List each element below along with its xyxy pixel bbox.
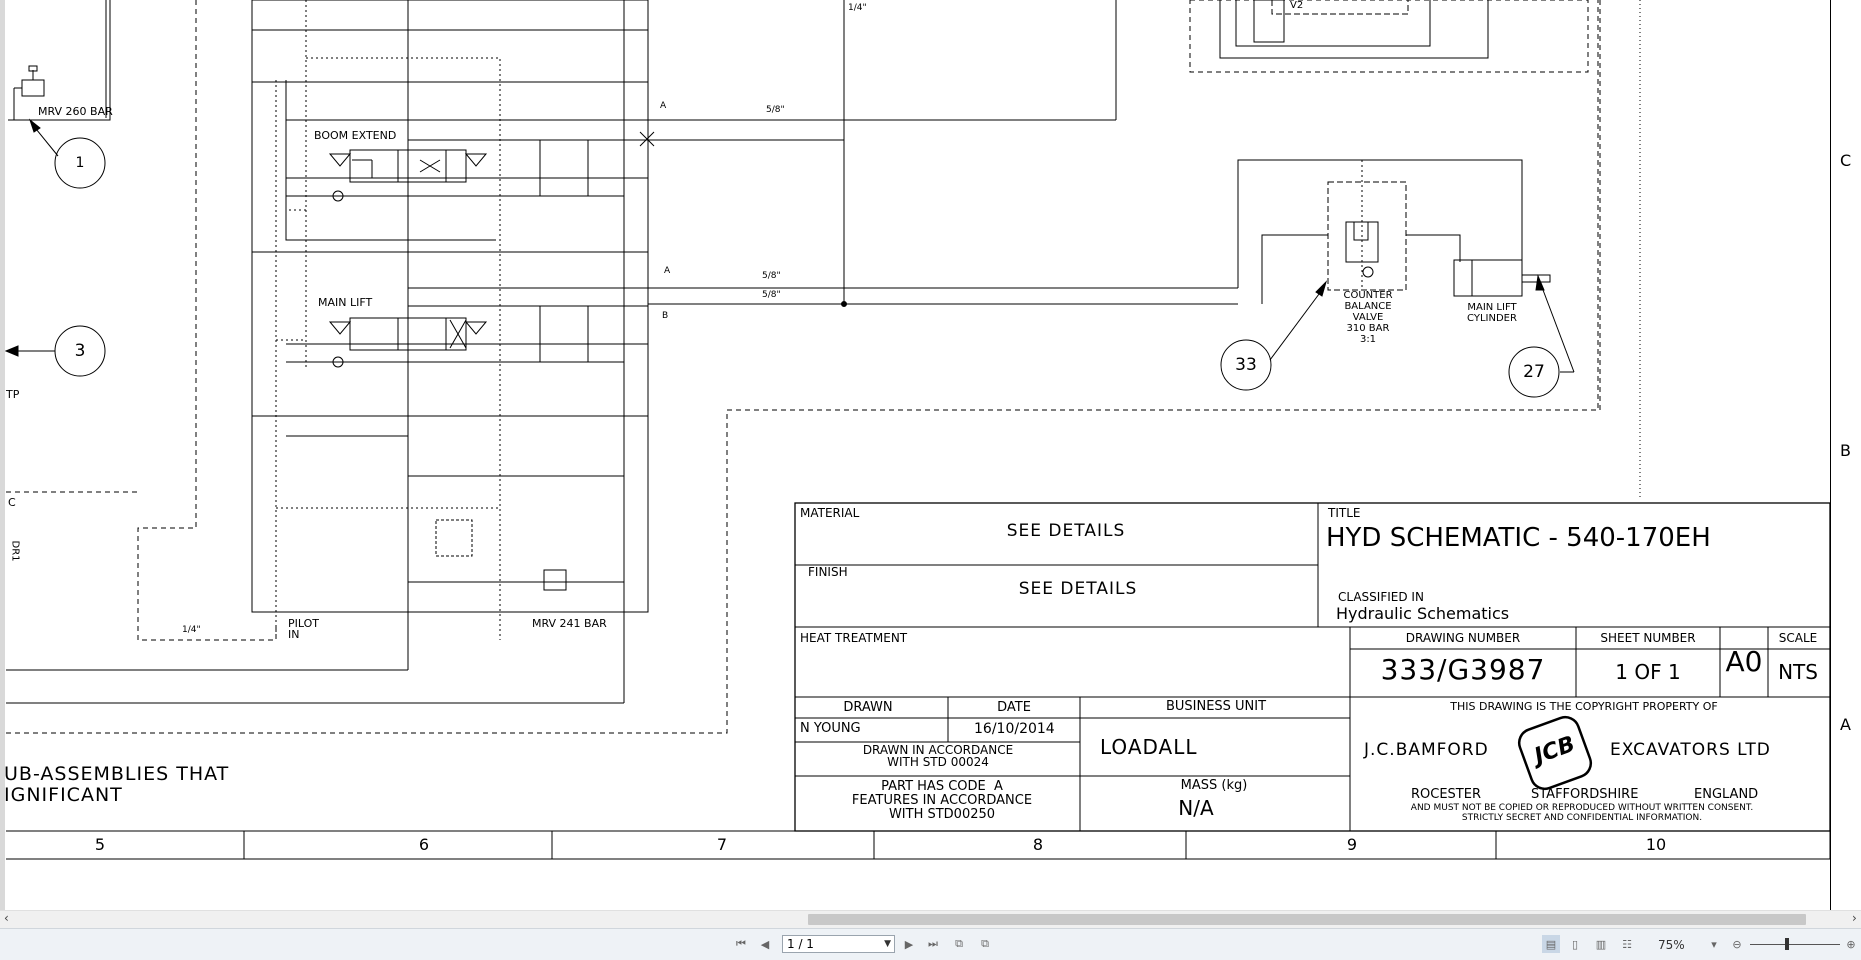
part-code: PART HAS CODE A FEATURES IN ACCORDANCE W… xyxy=(851,779,1033,822)
port-a-label: A xyxy=(664,266,671,276)
boom-extend-label: BOOM EXTEND xyxy=(314,129,397,142)
right-zone-strip: C B A xyxy=(1830,0,1861,910)
zone-number: 9 xyxy=(1346,835,1358,854)
drawn-accordance: DRAWN IN ACCORDANCE WITH STD 00024 xyxy=(862,743,1014,769)
zoom-in-icon[interactable]: ⊕ xyxy=(1842,935,1860,953)
zoom-menu-icon[interactable]: ▾ xyxy=(1708,935,1720,953)
location-3: ENGLAND xyxy=(1694,787,1759,802)
pilot-in-label: PILOT IN xyxy=(288,617,319,641)
prev-view-icon[interactable]: ⧉ xyxy=(950,935,968,953)
date-label: DATE xyxy=(997,700,1031,715)
continuous-facing-icon[interactable]: ☷ xyxy=(1618,935,1636,953)
balloon-label: 3 xyxy=(74,341,86,361)
title-label: TITLE xyxy=(1328,506,1361,520)
schematic-linework xyxy=(4,0,1861,860)
main-lift-label: MAIN LIFT xyxy=(318,296,373,309)
next-view-icon[interactable]: ⧉ xyxy=(976,935,994,953)
horizontal-scrollbar[interactable]: ‹ › xyxy=(0,910,1861,929)
classified-value: Hydraulic Schematics xyxy=(1336,604,1510,623)
mrv241-label: MRV 241 BAR xyxy=(532,617,607,630)
continuous-icon[interactable]: ▯ xyxy=(1566,935,1584,953)
mrv260-label: MRV 260 BAR xyxy=(38,105,113,118)
drawn-label: DRAWN xyxy=(843,700,893,715)
pipe-size-label: 1/4" xyxy=(182,625,201,635)
sheet-number-label: SHEET NUMBER xyxy=(1600,631,1696,645)
mass-label: MASS (kg) xyxy=(1180,778,1248,793)
material-label: MATERIAL xyxy=(800,506,860,520)
zone-letter: A xyxy=(1840,715,1851,734)
pipe-size-label: 5/8" xyxy=(766,105,785,115)
zone-number: 8 xyxy=(1032,835,1044,854)
prev-page-icon[interactable]: ◀ xyxy=(756,935,774,953)
port-c-label: C xyxy=(8,496,16,509)
scale-label: SCALE xyxy=(1778,631,1818,645)
balloon-label: 1 xyxy=(75,155,85,171)
scale-value: NTS xyxy=(1778,660,1818,684)
zone-number: 6 xyxy=(418,835,430,854)
dr1-label: DR1 xyxy=(9,540,21,562)
location-2: STAFFORDSHIRE xyxy=(1531,787,1639,802)
left-margin xyxy=(0,0,5,910)
page-number-value: 1 / 1 xyxy=(787,937,814,951)
drawing-number: 333/G3987 xyxy=(1380,653,1546,686)
page-number-input[interactable]: 1 / 1 ▼ xyxy=(782,935,895,953)
company-right: EXCAVATORS LTD xyxy=(1610,740,1771,760)
counter-balance-label: COUNTER BALANCE VALVE 310 BAR 3:1 xyxy=(1343,290,1393,345)
last-page-icon[interactable]: ⏭ xyxy=(924,935,942,953)
note-text: IGNIFICANT xyxy=(4,784,123,806)
single-page-icon[interactable]: ▤ xyxy=(1542,935,1560,953)
drawn-by: N YOUNG xyxy=(800,721,861,736)
confidential-notice: AND MUST NOT BE COPIED OR REPRODUCED WIT… xyxy=(1410,803,1754,823)
status-bar: ⏮ ◀ 1 / 1 ▼ ▶ ⏭ ⧉ ⧉ ▤ ▯ ▥ ☷ 75% ▾ ⊖ ⊕ xyxy=(0,928,1861,960)
next-page-icon[interactable]: ▶ xyxy=(900,935,918,953)
zone-number: 7 xyxy=(716,835,728,854)
balloon-label: 27 xyxy=(1523,362,1545,382)
zone-letter: B xyxy=(1840,441,1851,460)
v2-label: V2 xyxy=(1290,0,1304,11)
heat-treatment-label: HEAT TREATMENT xyxy=(800,631,908,645)
balloon-label: 33 xyxy=(1235,355,1257,375)
port-a-label: A xyxy=(660,101,667,111)
classified-label: CLASSIFIED IN xyxy=(1338,590,1424,604)
zone-letter: C xyxy=(1840,151,1852,170)
finish-value: SEE DETAILS xyxy=(1018,579,1138,599)
business-unit: LOADALL xyxy=(1100,735,1198,759)
copyright-line: THIS DRAWING IS THE COPYRIGHT PROPERTY O… xyxy=(1450,700,1718,713)
date-value: 16/10/2014 xyxy=(974,721,1055,737)
pipe-size-label: 1/4" xyxy=(848,3,867,13)
port-b-label: B xyxy=(662,311,669,321)
pipe-size-label: 5/8" xyxy=(762,271,781,281)
zone-number: 5 xyxy=(94,835,106,854)
main-lift-cylinder-label: MAIN LIFT CYLINDER xyxy=(1467,302,1517,324)
mass-value: N/A xyxy=(1178,796,1214,820)
facing-icon[interactable]: ▥ xyxy=(1592,935,1610,953)
drawing-number-label: DRAWING NUMBER xyxy=(1405,631,1521,645)
location-1: ROCESTER xyxy=(1411,787,1481,802)
zoom-slider[interactable] xyxy=(1750,944,1840,945)
scrollbar-thumb[interactable] xyxy=(808,914,1806,925)
material-value: SEE DETAILS xyxy=(1006,521,1126,541)
finish-label: FINISH xyxy=(808,565,848,579)
company-left: J.C.BAMFORD xyxy=(1364,740,1489,760)
zoom-level[interactable]: 75% xyxy=(1658,938,1685,952)
pipe-size-label: 5/8" xyxy=(762,290,781,300)
zone-number: 10 xyxy=(1645,835,1667,854)
note-text: UB-ASSEMBLIES THAT xyxy=(4,763,230,785)
drawing-title: HYD SCHEMATIC - 540-170EH xyxy=(1326,523,1711,553)
scroll-right-icon[interactable]: › xyxy=(1852,911,1857,925)
first-page-icon[interactable]: ⏮ xyxy=(732,935,750,953)
zoom-out-icon[interactable]: ⊖ xyxy=(1728,935,1746,953)
tp-label: TP xyxy=(6,388,20,401)
zoom-slider-thumb[interactable] xyxy=(1785,938,1789,950)
sheet-number: 1 OF 1 xyxy=(1615,660,1681,684)
schematic-drawing: MRV 260 BAR BOOM EXTEND MAIN LIFT PILOT … xyxy=(0,0,1861,910)
business-unit-label: BUSINESS UNIT xyxy=(1165,699,1267,714)
scroll-left-icon[interactable]: ‹ xyxy=(4,911,9,925)
chevron-down-icon[interactable]: ▼ xyxy=(884,936,891,952)
sheet-size: A0 xyxy=(1725,645,1763,678)
